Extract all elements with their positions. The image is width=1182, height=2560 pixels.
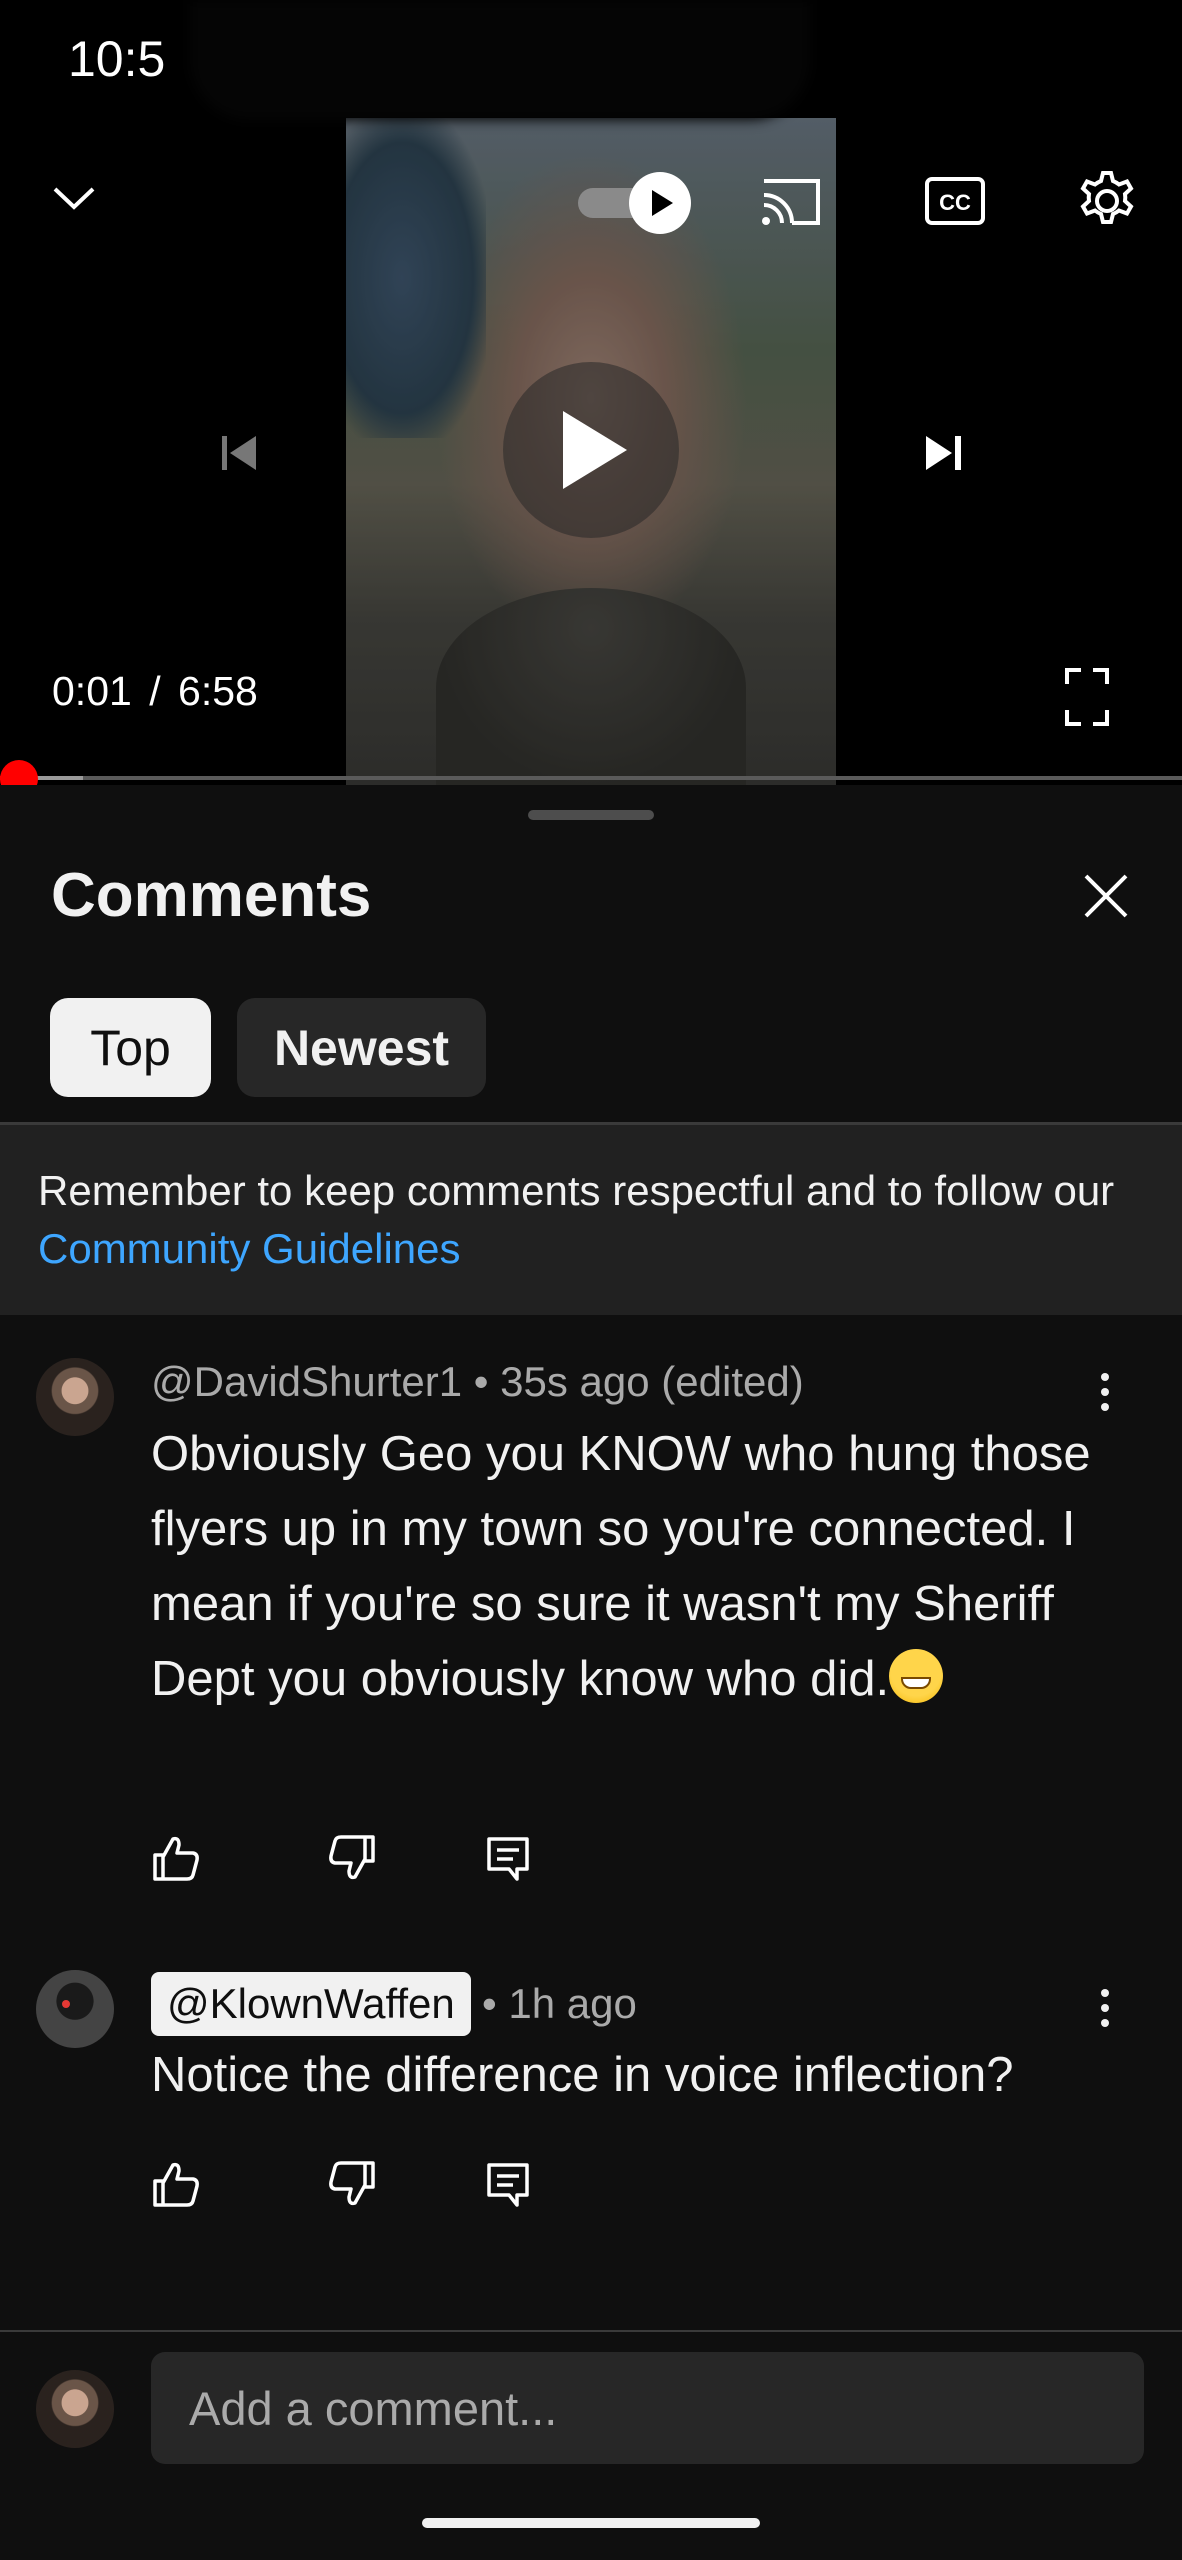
autoplay-toggle[interactable] [576, 170, 696, 236]
avatar[interactable] [36, 1970, 114, 2048]
sort-chip-top[interactable]: Top [50, 998, 211, 1097]
comment-meta: • 35s ago (edited) [473, 1358, 804, 1405]
duration: 6:58 [178, 668, 258, 714]
playback-time: 0:01 / 6:58 [52, 668, 258, 715]
thumbs-down-icon [329, 2161, 375, 2206]
close-button[interactable] [1076, 866, 1136, 926]
comment-author[interactable]: @DavidShurter1 [151, 1358, 462, 1405]
community-guidelines-link[interactable]: Community Guidelines [38, 1225, 461, 1272]
time-separator: / [149, 668, 161, 714]
more-vert-icon [1101, 1373, 1109, 1381]
captions-button[interactable]: CC [922, 168, 988, 234]
close-icon [1084, 874, 1128, 918]
like-button[interactable] [146, 1828, 206, 1888]
reply-comment-icon [487, 1837, 529, 1881]
avatar[interactable] [36, 1358, 114, 1436]
next-button[interactable] [910, 420, 976, 486]
comment-text: Notice the difference in voice inflectio… [151, 2048, 1014, 2102]
reply-button[interactable] [478, 1828, 538, 1888]
composer-divider [0, 2330, 1182, 2332]
comment-body: Obviously Geo you KNOW who hung those fl… [151, 1427, 1091, 1706]
reply-comment-icon [487, 2163, 529, 2207]
gear-icon [1080, 171, 1134, 224]
dislike-button[interactable] [322, 1828, 382, 1888]
more-vert-icon [1101, 1989, 1109, 1997]
play-icon [563, 411, 627, 489]
fullscreen-icon [1065, 668, 1109, 726]
chevron-down-icon [53, 187, 95, 210]
thumbs-down-icon [329, 1835, 375, 1880]
comment-menu-button[interactable] [1083, 1976, 1127, 2040]
avatar [36, 2370, 114, 2448]
previous-button[interactable] [206, 420, 272, 486]
current-time: 0:01 [52, 668, 132, 714]
guidelines-message: Remember to keep comments respectful and… [38, 1167, 1115, 1214]
like-button[interactable] [146, 2154, 206, 2214]
play-button[interactable] [503, 362, 679, 538]
skip-next-icon [926, 436, 961, 470]
sort-chip-newest[interactable]: Newest [237, 998, 486, 1097]
comment-meta: • 1h ago [482, 1980, 637, 2027]
comment-author-highlighted[interactable]: @KlownWaffen [151, 1972, 471, 2036]
reply-button[interactable] [478, 2154, 538, 2214]
skip-previous-icon [222, 436, 256, 470]
cast-icon [762, 179, 820, 225]
status-bar-redaction [190, 0, 810, 120]
minimize-button[interactable] [44, 168, 104, 228]
closed-captions-icon: CC [925, 177, 985, 225]
drag-handle[interactable] [528, 810, 654, 820]
cast-button[interactable] [756, 168, 826, 234]
progress-track[interactable] [0, 776, 1182, 780]
dislike-button[interactable] [322, 2154, 382, 2214]
svg-text:CC: CC [939, 190, 971, 215]
thumbs-up-icon [153, 2162, 199, 2207]
autoplay-icon [578, 172, 691, 234]
comment-text: Obviously Geo you KNOW who hung those fl… [151, 1417, 1111, 1717]
comment-menu-button[interactable] [1083, 1360, 1127, 1424]
home-indicator[interactable] [422, 2518, 760, 2528]
add-comment-input[interactable]: Add a comment... [151, 2352, 1144, 2464]
panel-title: Comments [51, 861, 372, 930]
fullscreen-button[interactable] [1054, 664, 1120, 730]
status-time: 10:5 [68, 31, 166, 87]
guidelines-text: Remember to keep comments respectful and… [38, 1162, 1148, 1278]
thumbs-up-icon [153, 1836, 199, 1881]
settings-button[interactable] [1074, 168, 1140, 234]
grinning-face-icon [889, 1649, 944, 1703]
comment-header: @DavidShurter1 • 35s ago (edited) [151, 1358, 804, 1406]
